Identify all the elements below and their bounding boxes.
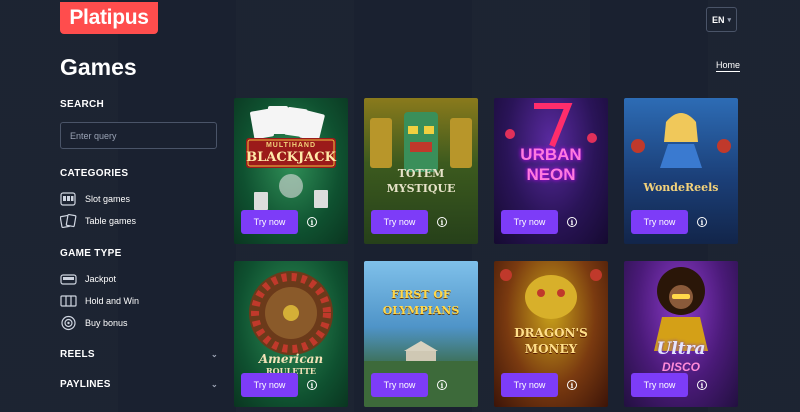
try-now-button[interactable]: Try now	[501, 373, 558, 397]
game-title-line2: MONEY	[524, 342, 578, 356]
breadcrumb-home[interactable]: Home	[716, 60, 741, 72]
sidebar-item-label: Buy bonus	[85, 318, 128, 328]
game-title-line2: NEON	[526, 165, 576, 184]
sidebar-item-buy-bonus[interactable]: Buy bonus	[60, 315, 128, 331]
game-title-line1: WondeReels	[643, 181, 719, 194]
info-icon[interactable]: i	[307, 217, 317, 227]
info-icon[interactable]: i	[697, 380, 707, 390]
platipus-logo[interactable]: Platipus	[60, 2, 158, 34]
search-input[interactable]	[60, 122, 217, 149]
game-card-urban-neon[interactable]: URBAN NEON Try now i	[494, 98, 608, 244]
try-now-button[interactable]: Try now	[631, 373, 688, 397]
page-title: Games	[60, 54, 137, 80]
target-icon	[61, 315, 76, 331]
game-card-dragons-money[interactable]: DRAGON'S MONEY Try now i	[494, 261, 608, 407]
sidebar-item-label: Hold and Win	[85, 296, 140, 306]
game-title-line2: OLYMPIANS	[382, 304, 460, 317]
reels-icon	[60, 295, 77, 307]
language-label: EN	[711, 14, 725, 25]
game-title-line1: URBAN	[520, 145, 582, 164]
reels-title: REELS	[60, 349, 95, 360]
reels-filter[interactable]: REELS ⌄	[60, 349, 220, 360]
game-title-line1: MULTIHAND	[265, 142, 317, 149]
paylines-filter[interactable]: PAYLINES ⌄	[60, 379, 220, 390]
sidebar-item-label: Table games	[85, 216, 137, 226]
try-now-button[interactable]: Try now	[241, 210, 298, 234]
try-now-button[interactable]: Try now	[631, 210, 688, 234]
try-now-button[interactable]: Try now	[501, 210, 558, 234]
game-title-line2: BLACKJACK	[246, 150, 336, 165]
info-icon[interactable]: i	[437, 217, 447, 227]
chevron-down-icon: ▾	[727, 16, 732, 24]
playing-cards-icon	[60, 213, 77, 229]
jackpot-icon	[60, 274, 77, 285]
chevron-down-icon: ⌄	[210, 350, 218, 359]
game-title-line1: American	[258, 352, 324, 366]
sidebar-item-slot-games[interactable]: Slot games	[60, 191, 130, 207]
game-type-title: GAME TYPE	[60, 248, 122, 259]
game-card-totem-mystique[interactable]: TOTEM MYSTIQUE Try now i	[364, 98, 478, 244]
try-now-button[interactable]: Try now	[371, 210, 428, 234]
info-icon[interactable]: i	[437, 380, 447, 390]
game-card-american-roulette[interactable]: American ROULETTE Try now i	[234, 261, 348, 407]
game-title-line1: FIRST OF	[391, 288, 451, 301]
chevron-down-icon: ⌄	[210, 380, 218, 389]
sidebar-item-label: Slot games	[85, 194, 131, 204]
game-card-ultra-disco[interactable]: Ultra DISCO Try now i	[624, 261, 738, 407]
categories-title: CATEGORIES	[60, 168, 129, 179]
game-title-line2: DISCO	[661, 360, 700, 374]
sidebar-item-jackpot[interactable]: Jackpot	[60, 271, 116, 287]
info-icon[interactable]: i	[567, 217, 577, 227]
info-icon[interactable]: i	[697, 217, 707, 227]
try-now-button[interactable]: Try now	[241, 373, 298, 397]
info-icon[interactable]: i	[567, 380, 577, 390]
try-now-button[interactable]: Try now	[371, 373, 428, 397]
slot-machine-icon	[60, 192, 76, 206]
sidebar-item-table-games[interactable]: Table games	[60, 213, 136, 229]
game-title-line1: TOTEM	[397, 167, 445, 180]
game-card-multihand-blackjack[interactable]: MULTIHAND BLACKJACK Try now i	[234, 98, 348, 244]
game-title-line1: DRAGON'S	[514, 326, 588, 340]
game-title-line2: MYSTIQUE	[386, 182, 456, 195]
sidebar-item-label: Jackpot	[85, 274, 117, 284]
language-selector[interactable]: EN ▾	[706, 7, 737, 32]
info-icon[interactable]: i	[307, 380, 317, 390]
game-card-first-of-olympians[interactable]: FIRST OF OLYMPIANS Try now i	[364, 261, 478, 407]
search-title: SEARCH	[60, 99, 105, 110]
game-title-line1: Ultra	[656, 339, 706, 359]
sidebar-item-hold-and-win[interactable]: Hold and Win	[60, 293, 139, 309]
paylines-title: PAYLINES	[60, 379, 111, 390]
game-card-wondereels[interactable]: WondeReels Try now i	[624, 98, 738, 244]
